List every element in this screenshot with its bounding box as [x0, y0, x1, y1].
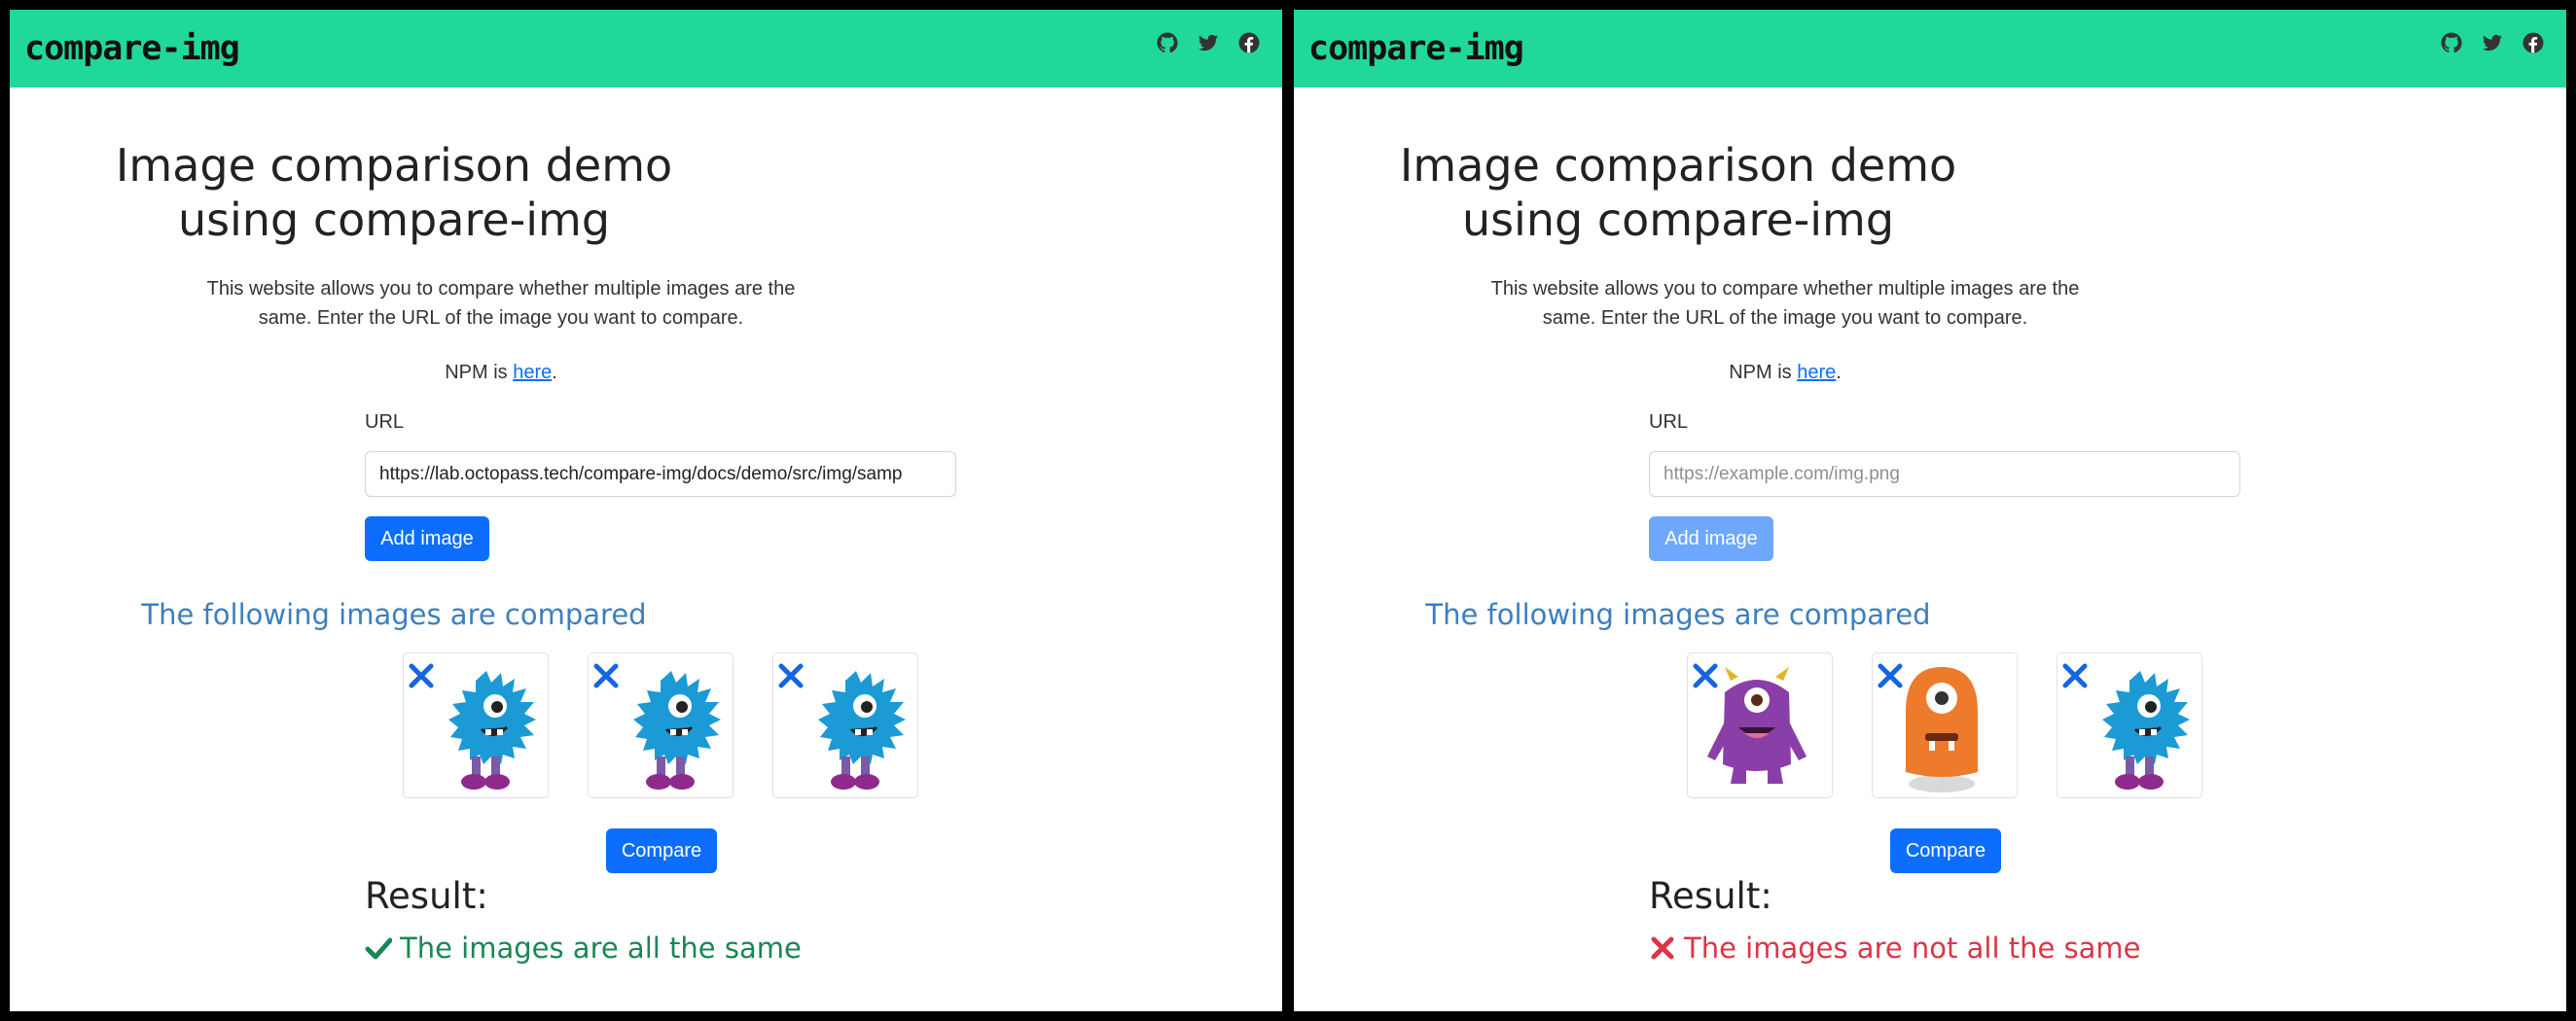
- orange-monster-image: [1906, 667, 1978, 792]
- navbar: compare-img: [1294, 10, 2566, 88]
- url-label: URL: [1649, 411, 1689, 433]
- url-input[interactable]: https://example.com/img.png: [1649, 451, 2240, 497]
- facebook-icon[interactable]: [1237, 31, 1261, 54]
- github-icon[interactable]: [2440, 31, 2463, 54]
- npm-note: NPM is here.: [1488, 362, 2082, 384]
- cross-icon: [1651, 936, 1674, 960]
- npm-suffix: .: [552, 362, 557, 383]
- page-title-line2: using compare-img: [177, 194, 611, 246]
- description-line1: This website allows you to compare wheth…: [1490, 278, 2080, 299]
- result-text: The images are not all the same: [1684, 932, 2141, 965]
- blue-monster-image: [633, 671, 721, 790]
- result-message: The images are not all the same: [1649, 932, 2141, 965]
- brand-logo[interactable]: compare-img: [1308, 29, 1524, 68]
- browser-window-left: compare-img Image comparison demo using …: [10, 10, 1282, 1011]
- page-title: Image comparison demo using compare-img: [1294, 138, 2062, 247]
- description-line2: same. Enter the URL of the image you wan…: [1542, 307, 2028, 329]
- compare-button[interactable]: Compare: [1890, 828, 2001, 873]
- npm-link[interactable]: here: [1797, 362, 1836, 383]
- blue-monster-image: [448, 671, 536, 790]
- browser-window-right: compare-img Image comparison demo using …: [1294, 10, 2566, 1011]
- brand-logo[interactable]: compare-img: [24, 29, 240, 68]
- purple-monster-image: [1707, 667, 1807, 784]
- image-thumbnail: [588, 652, 733, 798]
- description: This website allows you to compare wheth…: [1488, 274, 2082, 333]
- compared-heading: The following images are compared: [1425, 598, 1931, 631]
- npm-prefix: NPM is: [1729, 362, 1798, 383]
- add-image-button[interactable]: Add image: [365, 516, 489, 561]
- description: This website allows you to compare wheth…: [204, 274, 798, 333]
- compared-heading: The following images are compared: [141, 598, 647, 631]
- social-links: [2440, 31, 2545, 54]
- description-line2: same. Enter the URL of the image you wan…: [258, 307, 744, 329]
- page-title: Image comparison demo using compare-img: [10, 138, 778, 247]
- image-thumbnail: [403, 652, 549, 798]
- check-icon: [365, 937, 392, 960]
- result-message: The images are all the same: [365, 932, 802, 965]
- social-links: [1156, 31, 1261, 54]
- image-thumbnail: [1687, 652, 1833, 798]
- npm-note: NPM is here.: [204, 362, 798, 384]
- result-label: Result:: [1649, 875, 1772, 917]
- page-title-line2: using compare-img: [1461, 194, 1895, 246]
- npm-link[interactable]: here: [513, 362, 552, 383]
- result-text: The images are all the same: [400, 932, 802, 965]
- image-thumbnail: [2057, 652, 2202, 798]
- add-image-button[interactable]: Add image: [1649, 516, 1773, 561]
- main-content: Image comparison demo using compare-img …: [1294, 88, 2566, 1011]
- image-thumbnail: [772, 652, 918, 798]
- page-title-line1: Image comparison demo: [115, 139, 673, 192]
- image-thumbnail: [1872, 652, 2018, 798]
- npm-suffix: .: [1836, 362, 1842, 383]
- page-title-line1: Image comparison demo: [1399, 139, 1957, 192]
- url-input[interactable]: https://lab.octopass.tech/compare-img/do…: [365, 451, 956, 497]
- main-content: Image comparison demo using compare-img …: [10, 88, 1282, 1011]
- npm-prefix: NPM is: [445, 362, 514, 383]
- compare-button[interactable]: Compare: [606, 828, 717, 873]
- github-icon[interactable]: [1156, 31, 1179, 54]
- url-label: URL: [365, 411, 405, 433]
- blue-monster-image: [818, 671, 906, 790]
- result-label: Result:: [365, 875, 488, 917]
- blue-monster-image: [2102, 671, 2190, 790]
- twitter-icon[interactable]: [1197, 31, 1220, 54]
- twitter-icon[interactable]: [2481, 31, 2504, 54]
- description-line1: This website allows you to compare wheth…: [206, 278, 796, 299]
- facebook-icon[interactable]: [2522, 31, 2545, 54]
- navbar: compare-img: [10, 10, 1282, 88]
